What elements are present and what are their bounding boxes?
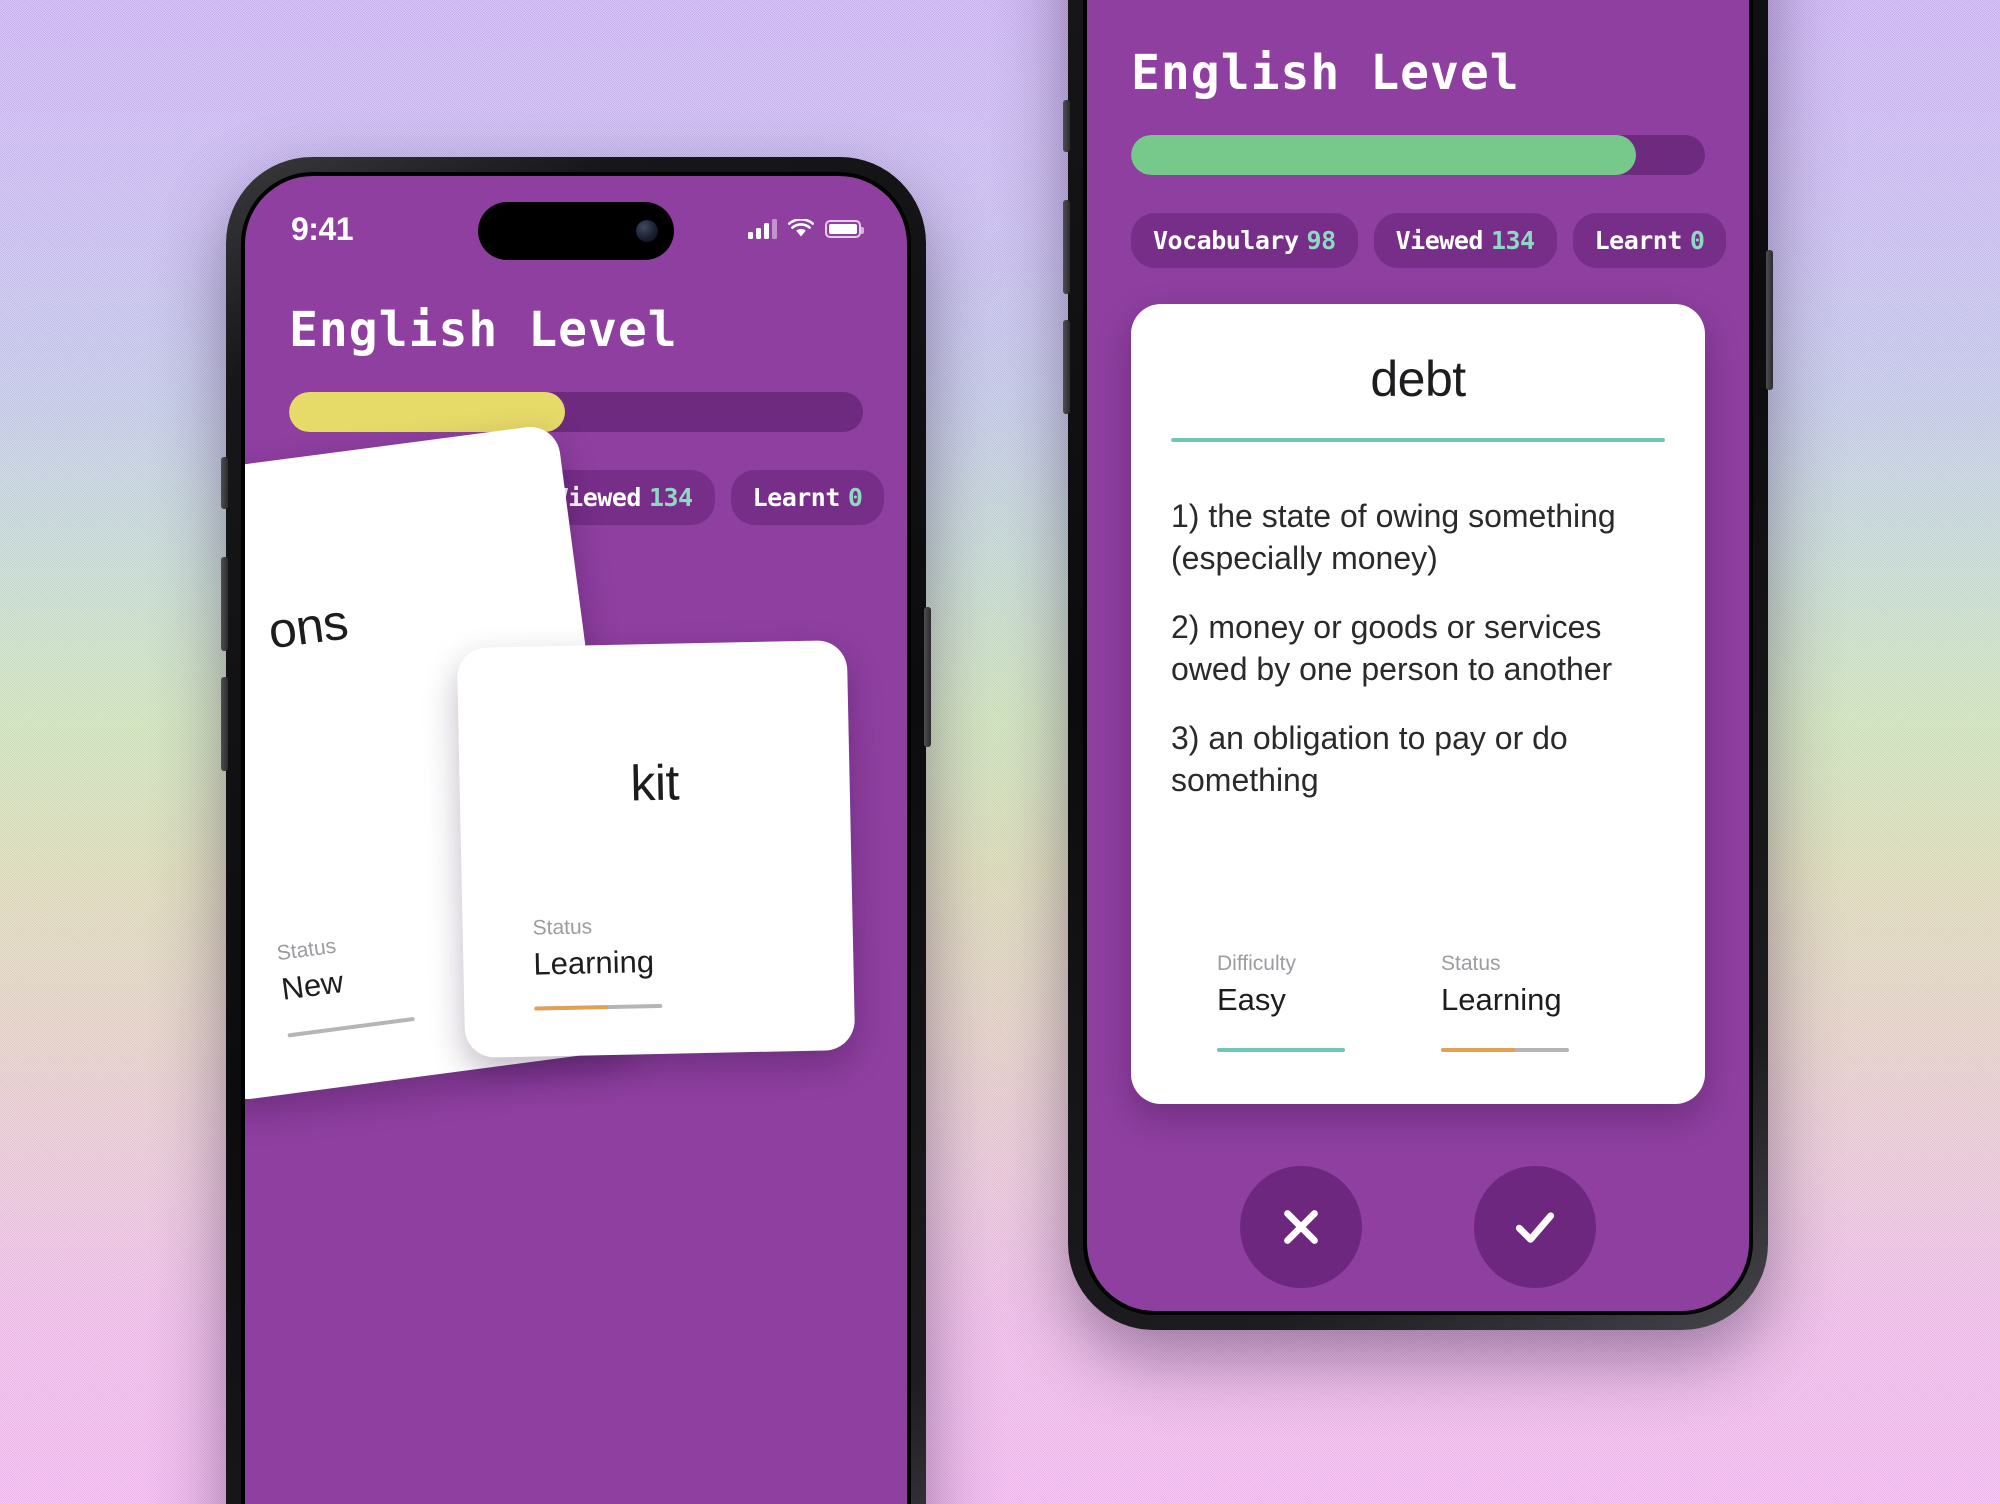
action-buttons-right <box>1131 1166 1705 1288</box>
stat-value-learnt-right: 0 <box>1689 226 1705 255</box>
stat-label-learnt: Learnt <box>752 483 841 512</box>
level-progress-bar-left <box>289 392 863 432</box>
status-value: Learning <box>1441 982 1562 1017</box>
stat-pill-vocabulary-right[interactable]: Vocabulary 98 <box>1131 213 1358 268</box>
flashcard-back-status-fill <box>287 1033 288 1038</box>
stat-label-vocabulary-right: Vocabulary <box>1153 226 1299 255</box>
difficulty-fill <box>1217 1048 1345 1052</box>
flashcard-front-status-bar <box>534 1003 663 1011</box>
difficulty-value: Easy <box>1217 982 1286 1017</box>
definition-1: 1) the state of owing something (especia… <box>1171 498 1616 576</box>
flashcard-word: debt <box>1370 351 1466 407</box>
level-progress-bar-right <box>1131 135 1705 175</box>
flashcard-word-underline <box>1171 438 1665 442</box>
stat-pill-learnt-right[interactable]: Learnt 0 <box>1572 213 1727 268</box>
stat-pill-viewed-right[interactable]: Viewed 134 <box>1373 213 1557 268</box>
check-icon <box>1515 1212 1555 1243</box>
page-title-left: English Level <box>289 302 678 358</box>
phone-mockup-right: English Level Vocabulary 98 Viewed 134 Lea… <box>1063 0 1773 1330</box>
silent-switch[interactable] <box>221 457 228 509</box>
flashcard-back-status-bar <box>287 1016 415 1038</box>
difficulty-bar <box>1217 1048 1345 1052</box>
stats-row-right: Vocabulary 98 Viewed 134 Learnt 0 <box>1131 213 1727 268</box>
status-bar <box>1441 1048 1569 1052</box>
screen-right: English Level Vocabulary 98 Viewed 134 Lea… <box>1087 0 1749 1311</box>
flashcard-detail[interactable]: debt 1) the state of owing something (es… <box>1131 304 1705 1104</box>
stat-label-learnt-right: Learnt <box>1594 226 1683 255</box>
stat-value-vocabulary-right: 98 <box>1306 226 1337 255</box>
app-content-right: English Level Vocabulary 98 Viewed 134 Lea… <box>1087 0 1749 1311</box>
flashcard-meta-row: Difficulty Easy Status Learning <box>1217 952 1665 1052</box>
volume-down-button[interactable] <box>221 677 228 771</box>
phone-bezel-left: 9:41 English Level Viewed 134 Learnt 0 o… <box>241 172 911 1504</box>
definition-2: 2) money or goods or services owed by on… <box>1171 609 1613 687</box>
volume-up-button-right[interactable] <box>1063 200 1070 294</box>
power-button-right[interactable] <box>1766 250 1773 390</box>
power-button[interactable] <box>924 607 931 747</box>
stat-value-viewed: 134 <box>648 483 693 512</box>
difficulty-block: Difficulty Easy <box>1217 952 1441 1052</box>
phone-bezel-right: English Level Vocabulary 98 Viewed 134 Lea… <box>1083 0 1753 1315</box>
status-block: Status Learning <box>1441 952 1665 1052</box>
screen-left: 9:41 English Level Viewed 134 Learnt 0 o… <box>245 176 907 1504</box>
definition-3: 3) an obligation to pay or do something <box>1171 720 1568 798</box>
status-fill <box>1441 1048 1516 1052</box>
flashcard-front-status-fill <box>534 1005 609 1011</box>
flashcard-front-status-label: Status <box>532 915 593 940</box>
flashcard-front-word: kit <box>629 754 680 812</box>
level-progress-fill-right <box>1131 135 1637 175</box>
stat-label-viewed-right: Viewed <box>1395 226 1484 255</box>
silent-switch-right[interactable] <box>1063 100 1070 152</box>
phone-mockup-left: 9:41 English Level Viewed 134 Learnt 0 o… <box>221 157 931 1504</box>
difficulty-label: Difficulty <box>1217 952 1296 975</box>
stat-value-learnt: 0 <box>847 483 863 512</box>
volume-up-button[interactable] <box>221 557 228 651</box>
flashcard-front[interactable]: kit Status Learning <box>456 639 856 1059</box>
close-x-icon <box>1284 1210 1318 1244</box>
level-progress-fill-left <box>289 392 565 432</box>
status-label: Status <box>1441 952 1501 975</box>
app-content-left: English Level Vocabulary98 Viewed134 Lea… <box>245 176 907 1504</box>
volume-down-button-right[interactable] <box>1063 320 1070 414</box>
know-button-right[interactable] <box>1474 1166 1596 1288</box>
stat-pill-learnt[interactable]: Learnt 0 <box>730 470 885 525</box>
stat-value-viewed-right: 134 <box>1490 226 1535 255</box>
flashcard-front-status-value: Learning <box>533 944 655 982</box>
page-title-right: English Level <box>1131 45 1520 101</box>
skip-button-right[interactable] <box>1240 1166 1362 1288</box>
